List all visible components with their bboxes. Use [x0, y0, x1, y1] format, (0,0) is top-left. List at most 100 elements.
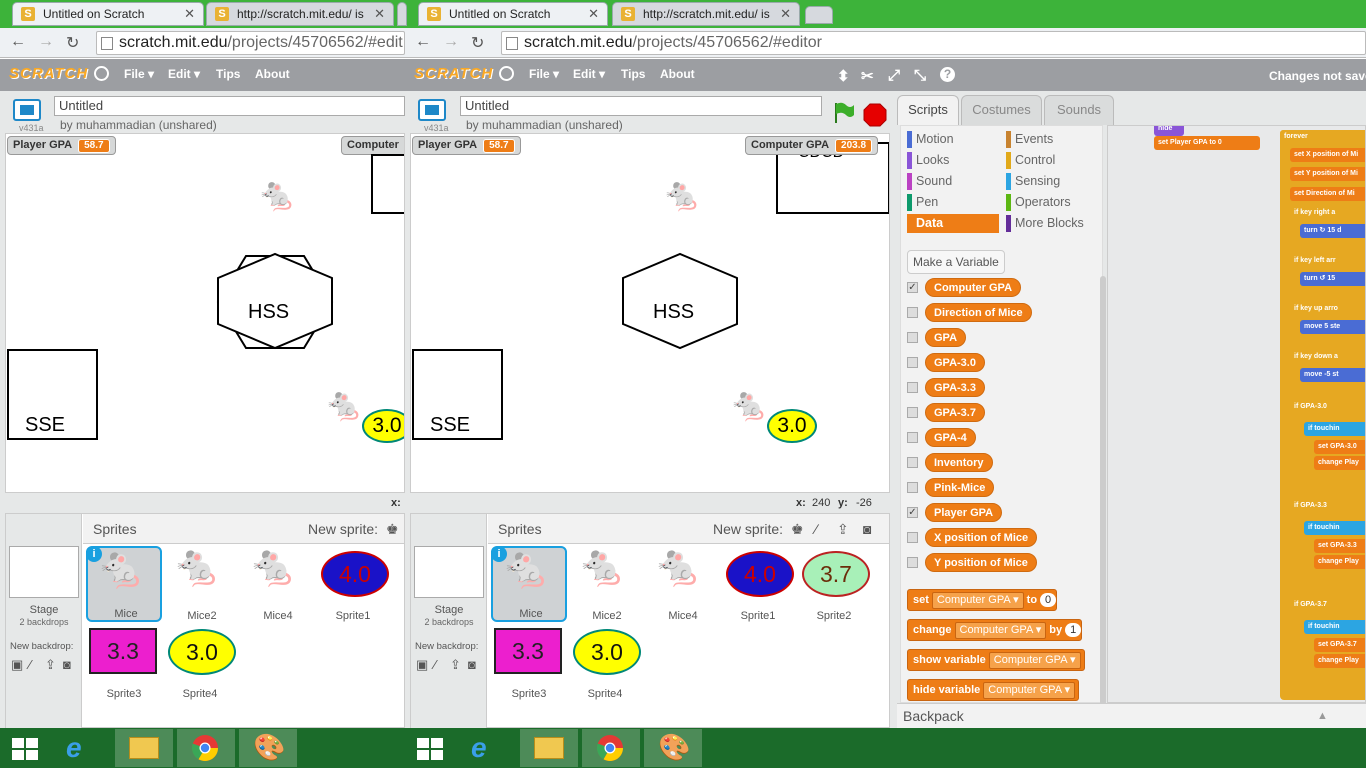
- address-bar[interactable]: scratch.mit.edu/projects/45706562/#edit: [96, 31, 405, 55]
- set-variable-block[interactable]: set Computer GPA ▾ to 0: [907, 589, 1058, 611]
- close-tab-icon[interactable]: ✕: [780, 6, 791, 22]
- set-gpa-3-3-block[interactable]: set GPA-3.3: [1314, 539, 1365, 553]
- red-mouse-sprite[interactable]: 🐁: [729, 384, 769, 424]
- stage-left[interactable]: Player GPA 58.7 Computer 🐁 HSS SSE 🐁 3.0: [5, 133, 405, 493]
- tab-costumes[interactable]: Costumes: [961, 95, 1042, 125]
- gpa-3-0-sprite[interactable]: 3.0: [362, 409, 404, 443]
- cut-scissors-icon[interactable]: ✂: [861, 67, 874, 85]
- category-events[interactable]: Events: [1006, 130, 1053, 149]
- explorer-taskbar-button[interactable]: [115, 729, 173, 767]
- category-looks[interactable]: Looks: [907, 151, 949, 170]
- stage-right[interactable]: Player GPA58.7 CDCD Computer GPA203.8 🐁 …: [410, 133, 890, 493]
- change-variable-block[interactable]: change Computer GPA ▾ by 1: [907, 619, 1083, 641]
- about-menu[interactable]: About: [255, 67, 290, 81]
- close-tab-icon[interactable]: ✕: [588, 6, 599, 22]
- project-title-input[interactable]: Untitled: [54, 96, 405, 116]
- about-menu[interactable]: About: [660, 67, 695, 81]
- category-control[interactable]: Control: [1006, 151, 1055, 170]
- category-pen[interactable]: Pen: [907, 193, 938, 212]
- var-reporter[interactable]: X position of Mice: [925, 528, 1038, 547]
- var-checkbox[interactable]: [907, 307, 918, 318]
- sprite-tile-sprite4[interactable]: 3.0 Sprite4: [567, 624, 643, 700]
- var-checkbox[interactable]: [907, 557, 918, 568]
- scratch-logo[interactable]: SCRATCH: [414, 65, 493, 82]
- ie-taskbar-button[interactable]: e: [53, 729, 111, 767]
- var-reporter[interactable]: GPA-3.0: [925, 353, 985, 372]
- gpa-3-0-sprite[interactable]: 3.0: [767, 409, 817, 443]
- presentation-mode-icon[interactable]: [418, 99, 446, 121]
- file-menu[interactable]: File ▾: [529, 67, 559, 81]
- if-up-key-block[interactable]: if key up arro: [1290, 302, 1365, 316]
- project-title-input[interactable]: Untitled: [460, 96, 822, 116]
- var-reporter[interactable]: GPA-4: [925, 428, 976, 447]
- var-reporter[interactable]: Inventory: [925, 453, 993, 472]
- var-checkbox[interactable]: ✓: [907, 282, 918, 293]
- explorer-taskbar-button[interactable]: [520, 729, 578, 767]
- if-gpa-3-3-block[interactable]: if GPA-3.3: [1290, 499, 1365, 513]
- var-checkbox[interactable]: [907, 532, 918, 543]
- tab-untitled-left[interactable]: S Untitled on Scratch ✕: [12, 2, 204, 26]
- chrome-taskbar-button[interactable]: [177, 729, 235, 767]
- sprite-library-icon[interactable]: ♚: [386, 521, 399, 538]
- variable-dropdown[interactable]: Computer GPA ▾: [988, 652, 1081, 669]
- turn-left-block[interactable]: turn ↺ 15: [1300, 272, 1365, 286]
- language-globe-icon[interactable]: [499, 66, 514, 81]
- sprite-tile-mice4[interactable]: 🐁 Mice4: [240, 546, 316, 622]
- show-variable-block[interactable]: show variable Computer GPA ▾: [907, 649, 1085, 671]
- tab-sounds[interactable]: Sounds: [1044, 95, 1114, 125]
- scratch-logo[interactable]: SCRATCH: [9, 65, 88, 82]
- variable-dropdown[interactable]: Computer GPA ▾: [931, 592, 1024, 609]
- sprite-tile-mice2[interactable]: 🐁 Mice2: [164, 546, 240, 622]
- file-menu[interactable]: File ▾: [124, 67, 154, 81]
- sprite-tile-sprite2[interactable]: 3.7 Sprite2: [796, 546, 872, 622]
- upload-icon[interactable]: ⇪: [450, 657, 461, 673]
- move-forward-block[interactable]: move 5 ste: [1300, 320, 1365, 334]
- if-touching-block[interactable]: if touchin: [1304, 521, 1365, 535]
- var-reporter[interactable]: Pink-Mice: [925, 478, 995, 497]
- if-gpa-3-7-block[interactable]: if GPA-3.7: [1290, 598, 1365, 612]
- stage-thumbnail[interactable]: [414, 546, 484, 598]
- sprite-tile-mice[interactable]: i 🐁 Mice: [86, 546, 162, 622]
- var-reporter[interactable]: Direction of Mice: [925, 303, 1032, 322]
- sprite-tile-sprite3[interactable]: 3.3 Sprite3: [491, 624, 567, 700]
- value-input[interactable]: 0: [1040, 593, 1057, 607]
- edit-menu[interactable]: Edit ▾: [168, 67, 200, 81]
- var-checkbox[interactable]: [907, 332, 918, 343]
- var-reporter[interactable]: GPA: [925, 328, 967, 347]
- set-gpa-3-0-block[interactable]: set GPA-3.0: [1314, 440, 1365, 454]
- category-motion[interactable]: Motion: [907, 130, 954, 149]
- presentation-mode-icon[interactable]: [13, 99, 41, 121]
- paint-taskbar-button[interactable]: 🎨: [239, 729, 297, 767]
- var-checkbox[interactable]: ✓: [907, 507, 918, 518]
- var-reporter[interactable]: Player GPA: [925, 503, 1003, 522]
- if-left-key-block[interactable]: if key left arr: [1290, 254, 1365, 268]
- edit-menu[interactable]: Edit ▾: [573, 67, 605, 81]
- ie-taskbar-button[interactable]: e: [458, 729, 516, 767]
- set-player-gpa-block[interactable]: set Player GPA to 0: [1154, 136, 1260, 150]
- upload-icon[interactable]: ⇪: [45, 657, 56, 673]
- red-mouse-sprite[interactable]: 🐁: [324, 384, 364, 424]
- backdrop-library-icon[interactable]: ▣: [11, 657, 23, 673]
- set-x-block[interactable]: set X position of Mi: [1290, 148, 1365, 162]
- tab-untitled-right[interactable]: S Untitled on Scratch ✕: [418, 2, 608, 26]
- paint-new-sprite-icon[interactable]: ∕: [815, 521, 817, 537]
- category-data[interactable]: Data: [907, 214, 999, 233]
- hide-variable-block[interactable]: hide variable Computer GPA ▾: [907, 679, 1080, 701]
- paint-brush-icon[interactable]: ∕: [29, 657, 31, 672]
- sprite-tile-sprite3[interactable]: 3.3 Sprite3: [86, 624, 162, 700]
- if-touching-block[interactable]: if touchin: [1304, 620, 1365, 634]
- tab-scratch-url-left[interactable]: S http://scratch.mit.edu/ is ✕: [206, 2, 394, 26]
- var-checkbox[interactable]: [907, 457, 918, 468]
- reload-icon[interactable]: ↻: [471, 33, 484, 53]
- expand-up-icon[interactable]: ▲: [1317, 704, 1328, 728]
- tab-scripts[interactable]: Scripts: [897, 95, 959, 125]
- sprite-tile-sprite1[interactable]: 4.0 Sprite1: [315, 546, 391, 622]
- close-tab-icon[interactable]: ✕: [184, 6, 195, 22]
- palette-scrollbar[interactable]: [1100, 276, 1106, 736]
- sprite-tile-mice4[interactable]: 🐁 Mice4: [645, 546, 721, 622]
- var-checkbox[interactable]: [907, 432, 918, 443]
- category-sound[interactable]: Sound: [907, 172, 952, 191]
- var-checkbox[interactable]: [907, 382, 918, 393]
- if-right-key-block[interactable]: if key right a: [1290, 206, 1365, 220]
- forward-icon[interactable]: →: [443, 33, 459, 51]
